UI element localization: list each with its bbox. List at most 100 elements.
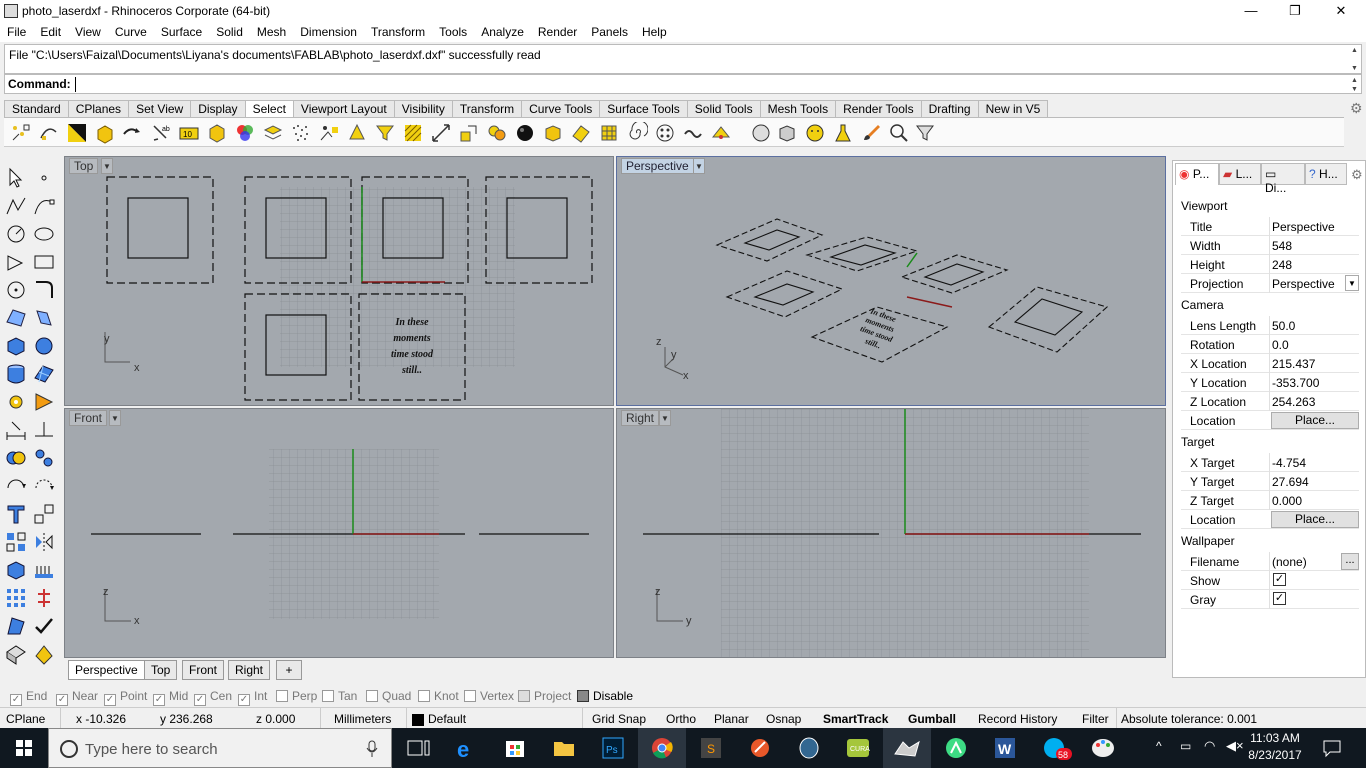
viewport-label-top[interactable]: Top [69,158,99,174]
tab-select[interactable]: Select [244,100,294,117]
select-by-layer-icon[interactable] [262,122,284,144]
action-center-icon[interactable] [1322,738,1342,758]
osnap-toggle[interactable]: Osnap [766,712,801,726]
word-icon[interactable]: W [981,728,1029,768]
osnap-vertex[interactable]: Vertex [464,689,514,703]
viewport-tab-front[interactable]: Front [182,660,225,680]
select-meshes-icon[interactable] [486,122,508,144]
osnap-project[interactable]: Project [518,689,571,703]
select-blocks-icon[interactable] [206,122,228,144]
select-annotations-icon[interactable] [374,122,396,144]
boolean-split-icon[interactable] [32,446,56,470]
tab-solid-tools[interactable]: Solid Tools [686,100,761,117]
viewport-perspective[interactable]: z y x In these moments time stood still.… [616,156,1166,406]
battery-icon[interactable]: ▭ [1180,739,1191,753]
tab-display[interactable]: Display [190,100,246,117]
select-lights-icon[interactable] [346,122,368,144]
menu-view[interactable]: View [68,22,108,42]
sublime-text-icon[interactable]: S [687,728,735,768]
store-icon[interactable] [491,728,539,768]
android-studio-icon[interactable] [932,728,980,768]
minimize-button[interactable]: — [1228,0,1274,22]
menu-tools[interactable]: Tools [432,22,474,42]
osnap-near[interactable]: ✓ Near [56,689,98,706]
grid-array-icon[interactable] [32,558,56,582]
surface-from-points-icon[interactable] [4,306,28,330]
viewport-right[interactable]: z y Right ▼ [616,408,1166,658]
menu-transform[interactable]: Transform [364,22,432,42]
tab-visibility[interactable]: Visibility [393,100,453,117]
lens-length-field[interactable]: 50.0 [1272,319,1295,333]
mesh-plane-icon[interactable] [32,362,56,386]
trim-icon[interactable] [32,418,56,442]
viewport-front[interactable]: z x Front ▼ [64,408,614,658]
menu-render[interactable]: Render [531,22,584,42]
command-scroll-up-icon[interactable]: ▲ [1349,76,1360,85]
tab-transform[interactable]: Transform [451,100,523,117]
show-hidden-icons-icon[interactable]: ^ [1156,739,1162,753]
select-filter-icon[interactable] [914,122,936,144]
menu-curve[interactable]: Curve [108,22,154,42]
file-explorer-icon[interactable] [540,728,588,768]
record-history-toggle[interactable]: Record History [978,712,1057,726]
select-duplicates-icon[interactable] [654,122,676,144]
scale-icon[interactable] [32,502,56,526]
select-polysurfaces-icon[interactable] [94,122,116,144]
paint-palette-icon[interactable] [1079,728,1127,768]
tab-curve-tools[interactable]: Curve Tools [521,100,601,117]
history-scroll-down-icon[interactable]: ▼ [1349,64,1360,73]
osnap-quad-checkbox[interactable] [366,690,378,702]
tab-new-in-v5[interactable]: New in V5 [977,100,1049,117]
menu-help[interactable]: Help [635,22,674,42]
point-icon[interactable] [32,166,56,190]
boolean-union-icon[interactable] [4,446,28,470]
checkmark-icon[interactable] [32,614,56,638]
osnap-tan-checkbox[interactable] [322,690,334,702]
command-input[interactable] [75,77,1345,92]
cura-icon[interactable]: CURA [834,728,882,768]
prop-width-field[interactable]: 548 [1272,239,1292,253]
restore-button[interactable]: ❐ [1272,0,1318,22]
task-view-icon[interactable] [394,728,442,768]
tab-render-tools[interactable]: Render Tools [835,100,922,117]
move-icon[interactable] [32,390,56,414]
planar-toggle[interactable]: Planar [714,712,749,726]
camera-place-button[interactable]: Place... [1271,412,1359,429]
select-by-name-icon[interactable]: ab [150,122,172,144]
osnap-perp[interactable]: Perp [276,689,317,703]
polyline-icon[interactable] [4,194,28,218]
command-scroll-down-icon[interactable]: ▼ [1349,85,1360,94]
select-closed-polysurfaces-icon[interactable] [542,122,564,144]
extrude-surface-icon[interactable] [32,306,56,330]
select-details-icon[interactable] [458,122,480,144]
osnap-mid[interactable]: ✓ Mid [153,689,188,706]
select-brush-icon[interactable] [860,122,882,144]
paint-tool-icon[interactable] [736,728,784,768]
select-dimensions-icon[interactable] [430,122,452,144]
panel-tab-help[interactable]: ? H... [1305,163,1347,185]
select-by-color-icon[interactable] [234,122,256,144]
filter-toggle[interactable]: Filter [1082,712,1109,726]
volume-muted-icon[interactable]: ◀× [1226,738,1244,754]
panel-tab-display[interactable]: ▭ Di... [1261,163,1305,195]
select-curves-icon[interactable] [38,122,60,144]
taskbar-search-box[interactable]: Type here to search [48,728,392,768]
point-grid-icon[interactable] [4,586,28,610]
viewport-label-right[interactable]: Right [621,410,660,426]
osnap-perp-checkbox[interactable] [276,690,288,702]
tab-drafting[interactable]: Drafting [920,100,979,117]
select-smiley-icon[interactable] [804,122,826,144]
tab-set-view[interactable]: Set View [128,100,192,117]
select-cameras-icon[interactable] [710,122,732,144]
select-zoom-icon[interactable] [888,122,910,144]
material-icon[interactable] [32,642,56,666]
select-chain-icon[interactable] [682,122,704,144]
array-icon[interactable] [4,530,28,554]
target-place-button[interactable]: Place... [1271,511,1359,528]
text-object-icon[interactable] [4,502,28,526]
osnap-mid-checkbox[interactable]: ✓ [153,694,165,706]
viewport-menu-dropdown-icon[interactable]: ▼ [693,158,705,174]
select-by-weight-icon[interactable] [318,122,340,144]
viewport-tab-perspective[interactable]: Perspective [68,660,145,680]
transform-gear-icon[interactable] [4,390,28,414]
